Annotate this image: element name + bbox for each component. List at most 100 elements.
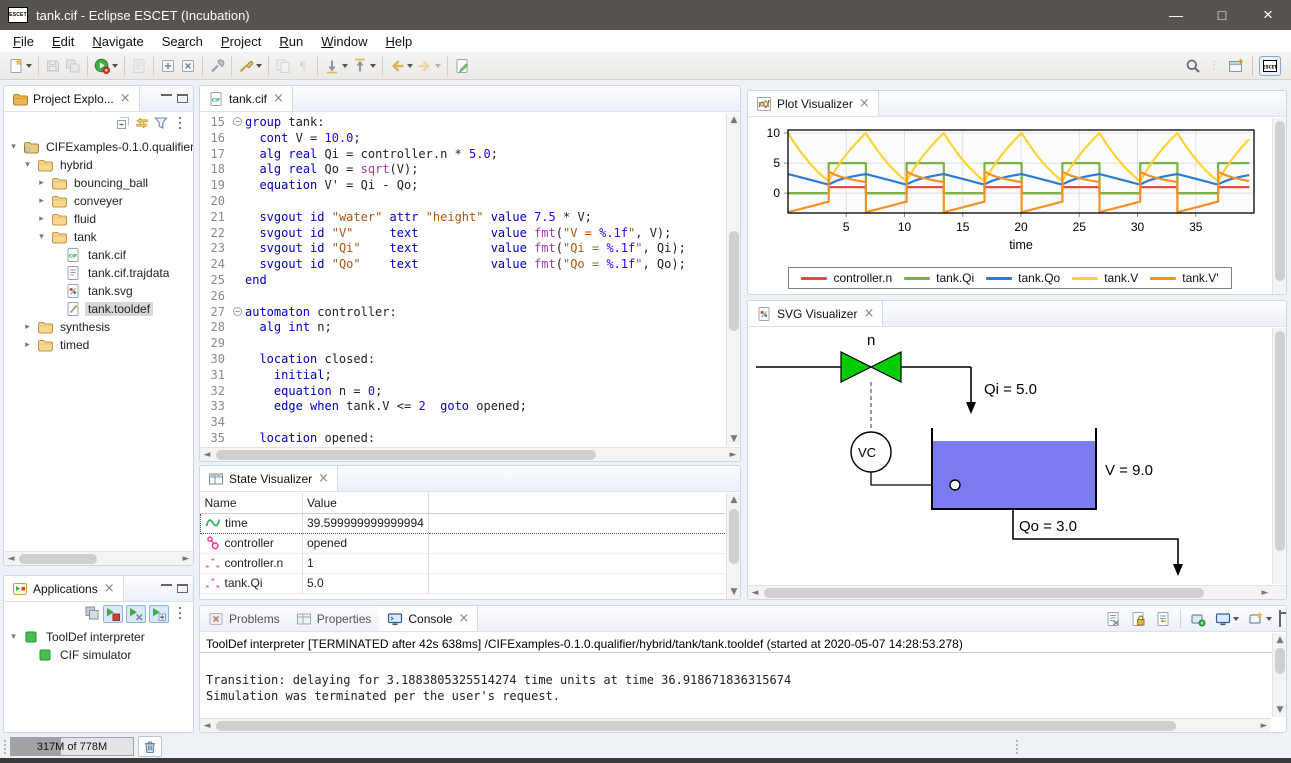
close-icon[interactable]: × — [859, 96, 870, 111]
scroll-right-icon[interactable]: ► — [726, 448, 740, 462]
menu-help[interactable]: Help — [376, 33, 421, 50]
close-icon[interactable]: × — [273, 91, 284, 106]
editor-hscrollbar[interactable]: ◄ ► — [200, 447, 740, 461]
state-row-tank-Qi[interactable]: tank.Qi5.0 — [201, 573, 726, 593]
back-history-button[interactable] — [387, 57, 415, 75]
monitor-button[interactable] — [1213, 610, 1241, 628]
menu-run[interactable]: Run — [270, 33, 312, 50]
tree-item-tank[interactable]: ▾tank — [4, 228, 193, 246]
code-line-34[interactable]: 34 — [200, 415, 725, 431]
wrapcons-button[interactable] — [1153, 610, 1173, 628]
svg-hscrollbar[interactable]: ◄ ► — [748, 585, 1286, 599]
maximize-view-icon[interactable] — [177, 94, 188, 103]
scroll-right-icon[interactable]: ► — [1258, 586, 1272, 600]
plot-vscrollbar[interactable] — [1272, 118, 1286, 294]
scroll-left-icon[interactable]: ◄ — [200, 448, 214, 462]
project-explorer-hscrollbar[interactable]: ◄ ► — [4, 551, 193, 565]
state-row-controller-n[interactable]: controller.n1 — [201, 553, 726, 573]
termstop-button[interactable] — [103, 605, 123, 623]
tab-console[interactable]: Console× — [379, 606, 478, 631]
close-button[interactable]: × — [1245, 0, 1291, 30]
tree-item-timed[interactable]: ▸timed — [4, 336, 193, 354]
previous-annotation-button[interactable] — [350, 57, 378, 75]
column-header-value[interactable]: Value — [303, 493, 429, 513]
code-line-19[interactable]: 19 equation V' = Qi - Qo; — [200, 178, 725, 194]
last-edit-location-button[interactable] — [452, 57, 472, 75]
tree-item-tank-tooldef[interactable]: tank.tooldef — [4, 300, 193, 318]
tree-item-conveyer[interactable]: ▸conveyer — [4, 192, 193, 210]
code-line-22[interactable]: 22 svgout id "V" text value fmt("V = %.1… — [200, 226, 725, 242]
code-line-21[interactable]: 21 svgout id "water" attr "height" value… — [200, 210, 725, 226]
termnew-button[interactable] — [149, 605, 169, 623]
clearcons-button[interactable] — [1103, 610, 1123, 628]
tree-item-hybrid[interactable]: ▾hybrid — [4, 156, 193, 174]
dropdown-arrow-icon[interactable] — [342, 64, 348, 68]
dropdown-arrow-icon[interactable] — [256, 64, 262, 68]
tree-item-cifexamples-0-1-0-qualifier[interactable]: ▾CIFExamples-0.1.0.qualifier — [4, 138, 193, 156]
forward-history-button[interactable] — [415, 57, 443, 75]
dropdown-arrow-icon[interactable] — [407, 64, 413, 68]
tab-svg-visualizer[interactable]: SVG Visualizer × — [748, 301, 883, 326]
tree-expanded-icon[interactable]: ▾ — [22, 160, 33, 170]
tree-expanded-icon[interactable]: ▾ — [36, 232, 47, 242]
menu-window[interactable]: Window — [312, 33, 376, 50]
search-button[interactable] — [1183, 57, 1203, 75]
kebab-button[interactable] — [172, 115, 188, 134]
fold-collapse-icon[interactable]: − — [230, 115, 245, 131]
svg-vscrollbar[interactable] — [1272, 328, 1286, 584]
scroll-up-icon[interactable]: ▲ — [1273, 633, 1287, 647]
tree-collapsed-icon[interactable]: ▸ — [22, 322, 33, 332]
code-line-35[interactable]: 35 location opened: — [200, 431, 725, 446]
state-row-controller[interactable]: controlleropened — [201, 533, 726, 553]
minimize-button[interactable]: — — [1153, 0, 1199, 30]
tree-collapsed-icon[interactable]: ▸ — [36, 178, 47, 188]
code-line-24[interactable]: 24 svgout id "Qo" text value fmt("Qo = %… — [200, 257, 725, 273]
code-line-25[interactable]: 25end — [200, 273, 725, 289]
state-vscrollbar[interactable]: ▲ ▼ — [726, 493, 740, 599]
tab-problems[interactable]: Problems — [200, 606, 288, 631]
code-line-33[interactable]: 33 edge when tank.V <= 2 goto opened; — [200, 399, 725, 415]
code-line-28[interactable]: 28 alg int n; — [200, 320, 725, 336]
format-button[interactable] — [236, 57, 264, 75]
tree-item-bouncing-ball[interactable]: ▸bouncing_ball — [4, 174, 193, 192]
tree-collapsed-icon[interactable]: ▸ — [22, 340, 33, 350]
tree-item-tooldef-interpreter[interactable]: ▾ToolDef interpreter — [4, 628, 193, 646]
console-vscrollbar[interactable]: ▲ ▼ — [1272, 633, 1286, 717]
console-output[interactable]: Transition: delaying for 3.1883805325514… — [200, 654, 1271, 717]
dropdown-arrow-icon[interactable] — [370, 64, 376, 68]
scroll-right-icon[interactable]: ► — [179, 552, 193, 566]
menu-search[interactable]: Search — [153, 33, 212, 50]
termx-button[interactable] — [126, 605, 146, 623]
new-wizard-button[interactable] — [6, 57, 34, 75]
close-icon[interactable]: × — [458, 611, 469, 626]
state-row-time[interactable]: time39.599999999999994 — [201, 513, 726, 533]
next-annotation-button[interactable] — [322, 57, 350, 75]
code-line-32[interactable]: 32 equation n = 0; — [200, 384, 725, 400]
linked-button[interactable] — [134, 115, 150, 134]
maximize-view-icon[interactable] — [177, 584, 188, 593]
fold-collapse-icon[interactable]: − — [230, 305, 245, 321]
scroll-up-icon[interactable]: ▲ — [727, 113, 741, 127]
scroll-down-icon[interactable]: ▼ — [727, 432, 741, 446]
scroll-down-icon[interactable]: ▼ — [1273, 703, 1287, 717]
pincons-button[interactable] — [1188, 610, 1208, 628]
close-icon[interactable]: × — [318, 471, 329, 486]
code-line-30[interactable]: 30 location closed: — [200, 352, 725, 368]
tree-item-tank-cif[interactable]: CIFtank.cif — [4, 246, 193, 264]
show-whitespace-button[interactable]: ¶ — [293, 57, 313, 75]
scroll-up-icon[interactable]: ▲ — [727, 493, 741, 507]
code-line-16[interactable]: 16 cont V = 10.0; — [200, 131, 725, 147]
kebab-button[interactable] — [172, 605, 188, 624]
tree-expanded-icon[interactable]: ▾ — [8, 632, 19, 642]
lockcons-button[interactable] — [1128, 610, 1148, 628]
tree-collapsed-icon[interactable]: ▸ — [36, 196, 47, 206]
compare-button[interactable] — [273, 57, 293, 75]
scroll-left-icon[interactable]: ◄ — [748, 586, 762, 600]
tree-expanded-icon[interactable]: ▾ — [8, 142, 19, 152]
add-marker-button[interactable] — [158, 57, 178, 75]
dup-button[interactable] — [84, 605, 100, 624]
tab-project-explorer[interactable]: Project Explo... × — [4, 86, 140, 111]
open-perspective-button[interactable] — [1226, 57, 1246, 75]
console-hscrollbar[interactable]: ◄ ► — [200, 718, 1271, 732]
tree-collapsed-icon[interactable]: ▸ — [36, 214, 47, 224]
